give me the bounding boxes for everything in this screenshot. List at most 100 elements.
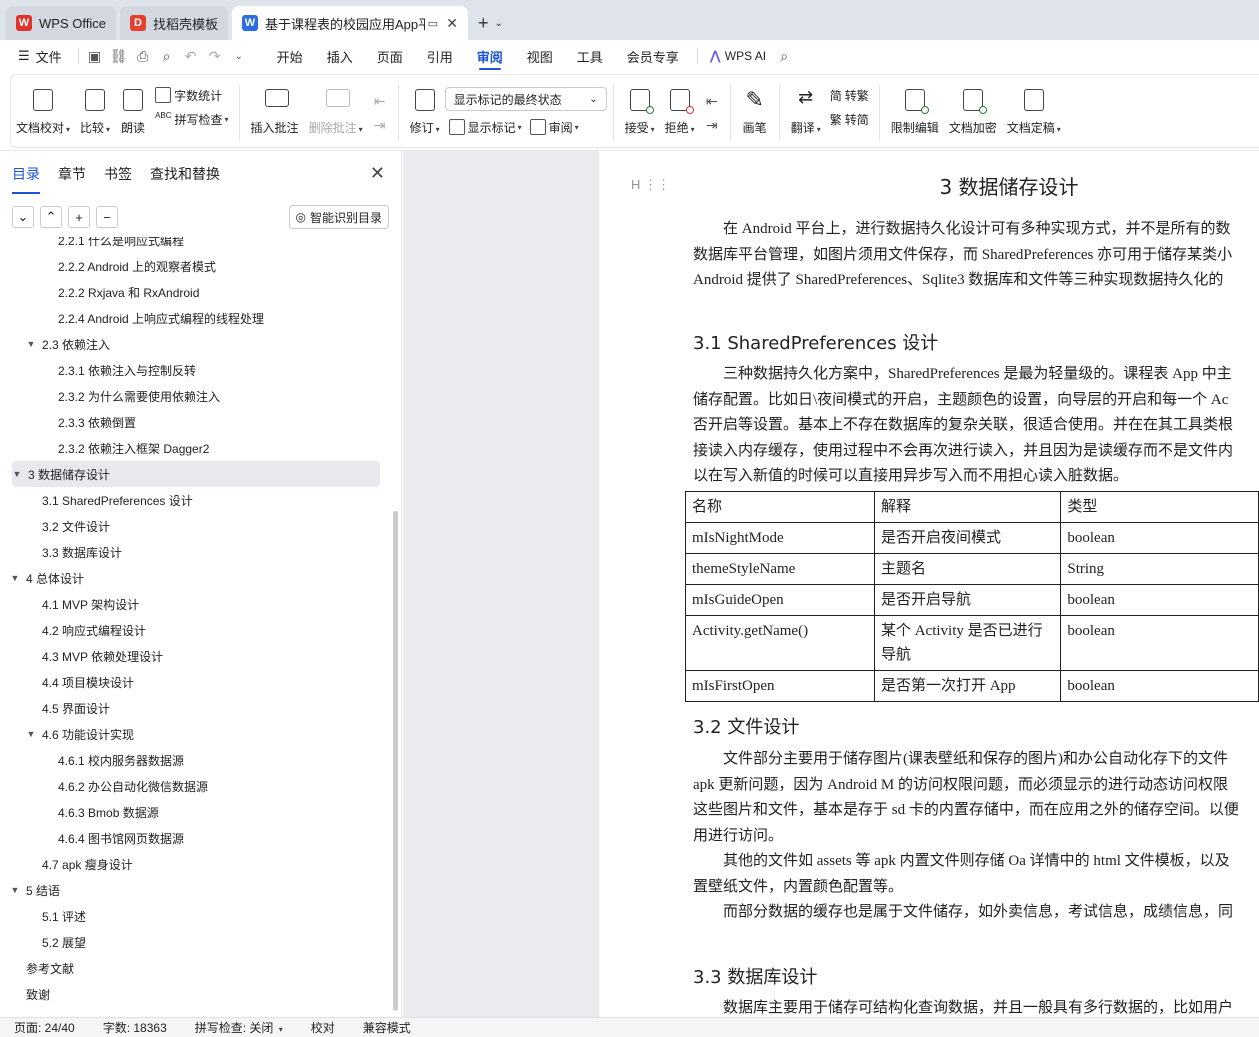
doc-finalize-button[interactable]: 文档定稿 ▾ [1002, 79, 1066, 147]
link-icon[interactable]: ⛓ [107, 44, 131, 68]
menu-home[interactable]: 开始 [265, 40, 315, 72]
chevron-down-icon[interactable]: ⌄ [227, 44, 251, 68]
close-tab-icon[interactable]: ✕ [446, 15, 458, 32]
page-indicator[interactable]: 页面: 24/40 [0, 1019, 89, 1036]
toc-item[interactable]: ▼ 4.6 功能设计实现 [0, 721, 392, 747]
markup-mode-select[interactable]: 显示标记的最终状态 ⌄ [444, 87, 607, 111]
tab-sections[interactable]: 章节 [58, 160, 86, 188]
collapse-up-button[interactable]: ⌃ [40, 206, 62, 228]
chevron-down-icon[interactable]: ⌄ [494, 18, 502, 29]
reject-button[interactable]: 拒绝 ▾ [660, 79, 700, 147]
menu-member[interactable]: 会员专享 [615, 40, 691, 72]
insert-comment-button[interactable]: 插入批注 [246, 79, 304, 147]
toc-item[interactable]: 4.7 apk 瘦身设计 [0, 851, 392, 877]
tab-toc[interactable]: 目录 [12, 160, 40, 194]
review-pane-button[interactable]: 审阅 ▾ [526, 115, 583, 139]
toc-item[interactable]: 2.2.2 Rxjava 和 RxAndroid [0, 279, 392, 305]
toc-item[interactable]: ▼ 3 数据储存设计 [12, 461, 380, 487]
toc-item[interactable]: 5.1 评述 [0, 903, 392, 929]
proofread-indicator[interactable]: 校对 [297, 1019, 349, 1036]
menu-insert[interactable]: 插入 [315, 40, 365, 72]
word-count-indicator[interactable]: 字数: 18363 [89, 1019, 181, 1036]
toc-item[interactable]: 参考文献 [0, 955, 392, 981]
remove-heading-button[interactable]: − [96, 206, 118, 228]
expand-triangle-icon[interactable]: ▼ [10, 885, 20, 895]
toc-item[interactable]: 2.2.2 Android 上的观察者模式 [0, 253, 392, 279]
next-comment-icon[interactable]: ⇥ [368, 113, 392, 137]
smart-toc-button[interactable]: ◎ 智能识别目录 [288, 205, 389, 229]
tab-current-document[interactable]: W 基于课程表的校园应用App平台 ▭ ✕ [231, 6, 468, 40]
show-markup-button[interactable]: 显示标记 ▾ [445, 115, 526, 139]
toc-item[interactable]: 4.6.3 Bmob 数据源 [0, 799, 392, 825]
expand-triangle-icon[interactable]: ▼ [10, 573, 20, 583]
scrollbar-thumb[interactable] [393, 511, 398, 1011]
toc-item[interactable]: 3.2 文件设计 [0, 513, 392, 539]
toc-item[interactable]: 4.1 MVP 架构设计 [0, 591, 392, 617]
restrict-edit-button[interactable]: 限制编辑 [886, 79, 944, 147]
toc-item[interactable]: 2.2.1 什么是响应式编程 [0, 237, 392, 253]
compare-button[interactable]: 比较 ▾ [75, 79, 115, 147]
undo-icon[interactable]: ↶ [179, 44, 203, 68]
tab-docer-templates[interactable]: D 找稻壳模板 [119, 6, 228, 40]
menu-tools[interactable]: 工具 [565, 40, 615, 72]
menu-page[interactable]: 页面 [365, 40, 415, 72]
translate-button[interactable]: ⇄ 翻译 ▾ [786, 79, 826, 147]
doc-encrypt-button[interactable]: 文档加密 [944, 79, 1002, 147]
menu-review[interactable]: 审阅 [465, 40, 515, 72]
toc-item[interactable]: 3.1 SharedPreferences 设计 [0, 487, 392, 513]
add-heading-button[interactable]: + [68, 206, 90, 228]
toc-item[interactable]: 4.3 MVP 依赖处理设计 [0, 643, 392, 669]
tab-bookmarks[interactable]: 书签 [104, 160, 132, 188]
expand-triangle-icon[interactable]: ▼ [12, 469, 22, 479]
toc-item[interactable]: 4.6.4 图书馆网页数据源 [0, 825, 392, 851]
word-count-button[interactable]: 字数统计 [151, 83, 232, 107]
menu-view[interactable]: 视图 [515, 40, 565, 72]
save-icon[interactable]: ▣ [83, 44, 107, 68]
toc-item[interactable]: 4.5 界面设计 [0, 695, 392, 721]
expand-triangle-icon[interactable]: ▼ [26, 339, 36, 349]
prev-comment-icon[interactable]: ⇤ [368, 89, 392, 113]
expand-triangle-icon[interactable]: ▼ [26, 729, 36, 739]
delete-comment-button[interactable]: 删除批注 ▾ [304, 79, 368, 147]
toc-item[interactable]: ▼ 5 结语 [0, 877, 392, 903]
wps-ai-button[interactable]: ⋀ WPS AI [704, 40, 772, 72]
toc-item[interactable]: 5.2 展望 [0, 929, 392, 955]
tab-find-replace[interactable]: 查找和替换 [150, 160, 220, 188]
redo-icon[interactable]: ↷ [203, 44, 227, 68]
menu-references[interactable]: 引用 [415, 40, 465, 72]
doc-check-button[interactable]: 文档校对 ▾ [11, 79, 75, 147]
monitor-icon[interactable]: ▭ [428, 17, 438, 30]
new-tab-button[interactable]: + ⌄ [472, 6, 509, 40]
close-icon[interactable]: ✕ [370, 163, 385, 184]
toc-item[interactable]: 2.3.2 为什么需要使用依赖注入 [0, 383, 392, 409]
to-traditional-button[interactable]: 简转繁 [826, 83, 873, 107]
print-preview-icon[interactable]: ⌕ [155, 44, 179, 68]
toc-item[interactable]: 4.6.2 办公自动化微信数据源 [0, 773, 392, 799]
accept-button[interactable]: 接受 ▾ [620, 79, 660, 147]
spell-check-button[interactable]: ABC 拼写检查 ▾ [151, 107, 232, 131]
toc-item[interactable]: 2.3.1 依赖注入与控制反转 [0, 357, 392, 383]
collapse-down-button[interactable]: ⌄ [12, 206, 34, 228]
toc-item[interactable]: 致谢 [0, 981, 392, 1007]
spell-check-indicator[interactable]: 拼写检查: 关闭 ▾ [181, 1019, 297, 1036]
search-icon[interactable]: ⌕ [772, 44, 796, 68]
tab-wps-office[interactable]: W WPS Office [6, 6, 116, 40]
toc-item[interactable]: 4.2 响应式编程设计 [0, 617, 392, 643]
file-menu[interactable]: ☰ 文件 [0, 40, 74, 72]
print-icon[interactable]: ⎙ [131, 44, 155, 68]
pen-button[interactable]: ✎ 画笔 [737, 79, 773, 147]
read-aloud-button[interactable]: 朗读 [115, 79, 151, 147]
toc-item[interactable]: ▼ 4 总体设计 [0, 565, 392, 591]
toc-item[interactable]: 4.4 项目模块设计 [0, 669, 392, 695]
next-revision-icon[interactable]: ⇥ [700, 113, 724, 137]
toc-item[interactable]: ▼ 2.3 依赖注入 [0, 331, 392, 357]
to-simplified-button[interactable]: 繁转简 [826, 107, 873, 131]
toc-item[interactable]: 2.3.2 依赖注入框架 Dagger2 [0, 435, 392, 461]
revise-button[interactable]: 修订 ▾ [405, 79, 445, 147]
prev-revision-icon[interactable]: ⇤ [700, 89, 724, 113]
toc-item[interactable]: 2.2.4 Android 上响应式编程的线程处理 [0, 305, 392, 331]
toc-item[interactable]: 2.3.3 依赖倒置 [0, 409, 392, 435]
toc-item[interactable]: 3.3 数据库设计 [0, 539, 392, 565]
document-page[interactable]: H ⋮⋮ 3 数据储存设计 在 Android 平台上，进行数据持久化设计可有多… [599, 151, 1259, 1017]
toc-item[interactable]: 4.6.1 校内服务器数据源 [0, 747, 392, 773]
